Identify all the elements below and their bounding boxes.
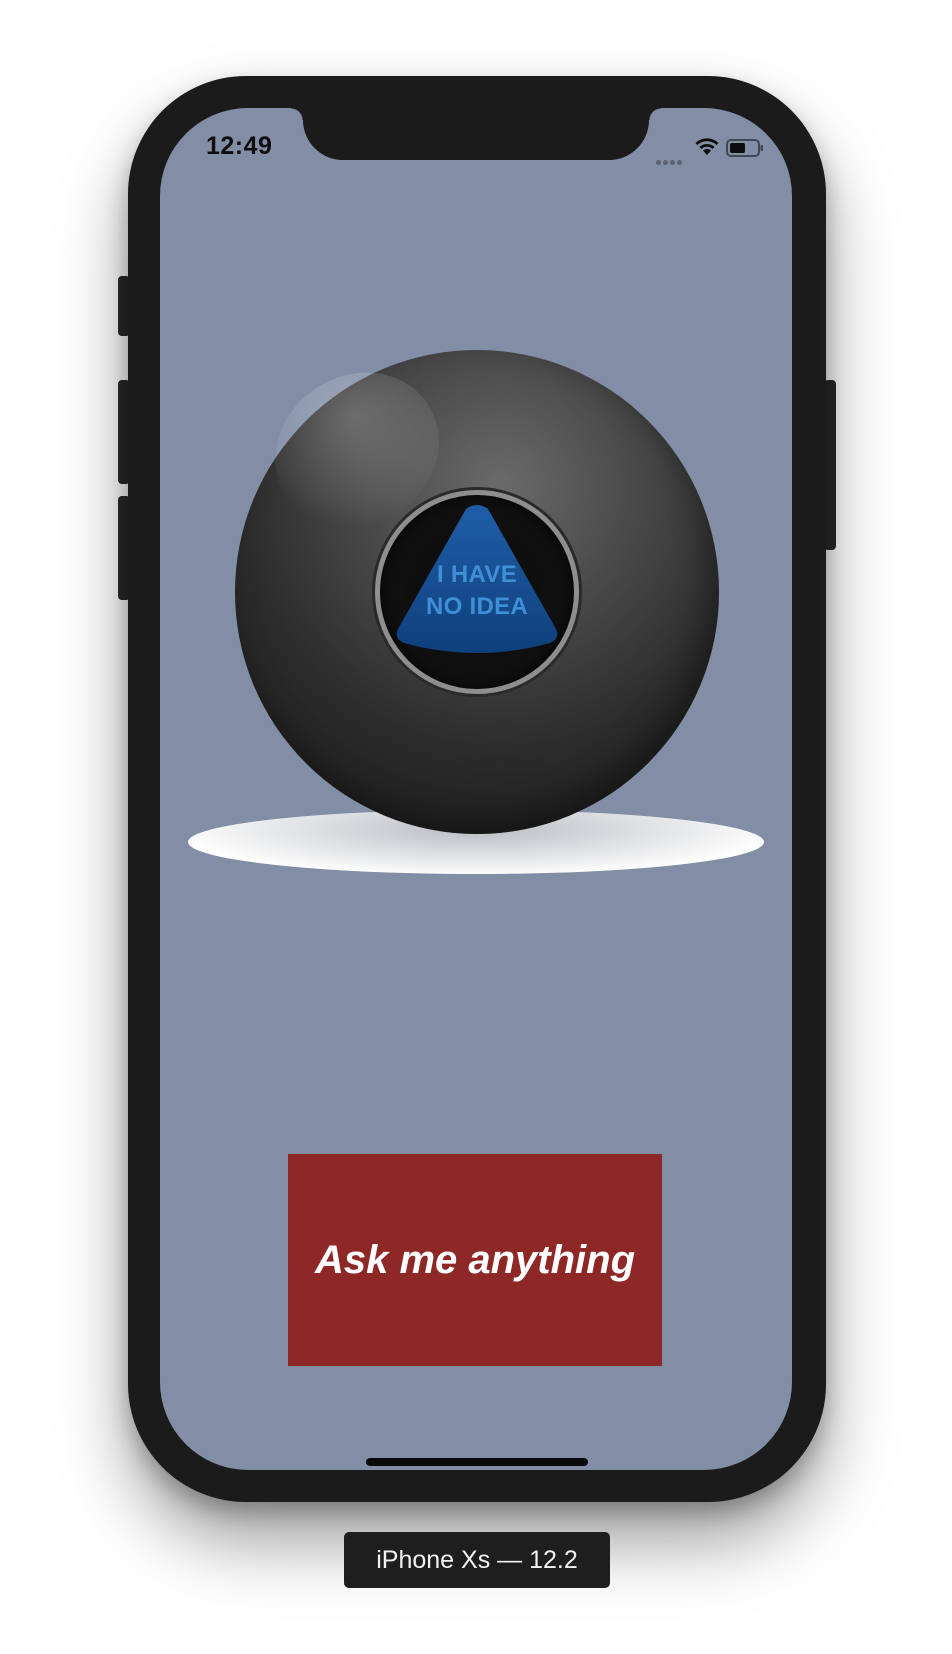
battery-icon [726, 139, 763, 157]
simulator-device-label: iPhone Xs — 12.2 [344, 1532, 610, 1588]
notch [291, 108, 661, 160]
wifi-icon [695, 138, 719, 155]
signal-dots-icon [656, 152, 686, 165]
answer-text: I HAVE NO IDEA [380, 559, 574, 623]
status-time: 12:49 [206, 132, 273, 160]
simulator-stage: 12:49 I HAVE NO IDEA Ask me anything iPh… [0, 0, 952, 1654]
answer-line-2: NO IDEA [425, 593, 529, 620]
answer-line-1: I HAVE [436, 561, 518, 588]
answer-window: I HAVE NO IDEA [375, 490, 579, 694]
app-screen: 12:49 I HAVE NO IDEA Ask me anything [160, 108, 792, 1470]
home-indicator[interactable] [366, 1458, 588, 1466]
ask-me-anything-button[interactable]: Ask me anything [288, 1154, 662, 1366]
